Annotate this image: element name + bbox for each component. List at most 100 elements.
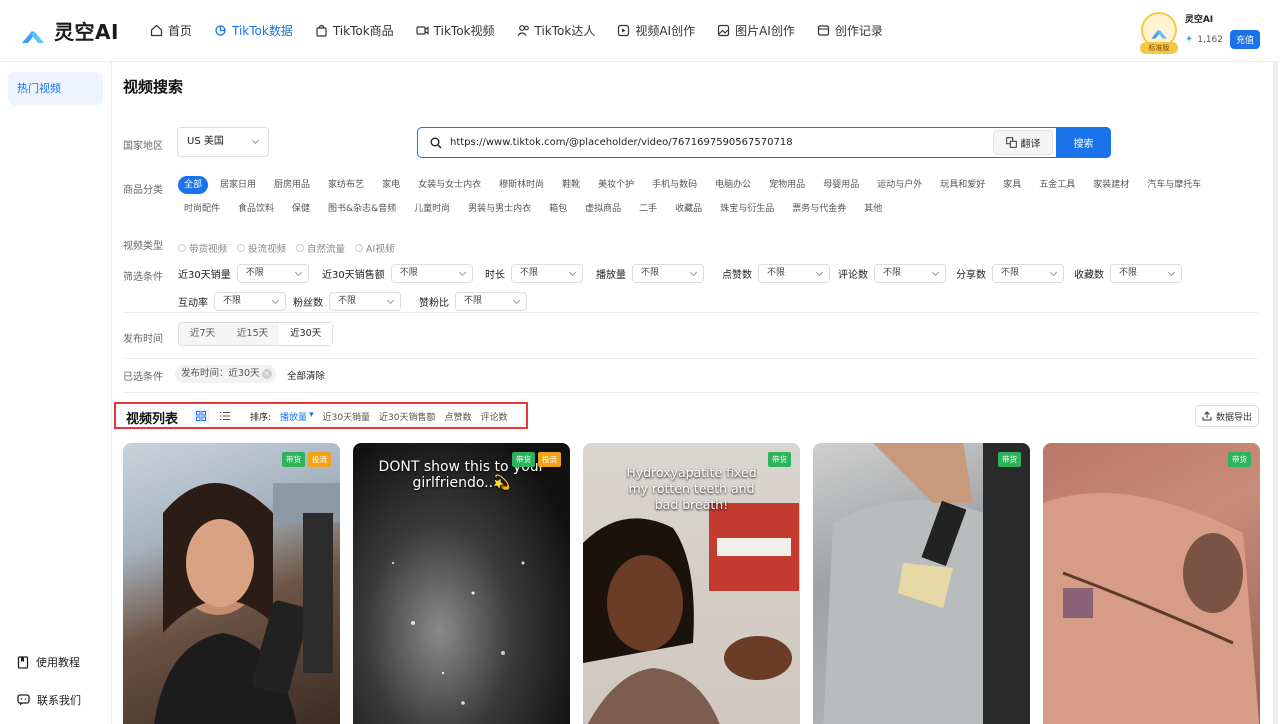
category-tag[interactable]: 收藏品	[669, 200, 708, 218]
category-tag[interactable]: 母婴用品	[817, 176, 865, 194]
category-tag[interactable]: 家电	[376, 176, 406, 194]
book-icon	[17, 655, 29, 669]
selected-chip[interactable]: 发布时间：近30天 ×	[175, 365, 276, 383]
filter-select[interactable]: 不限	[874, 264, 946, 283]
publish-option[interactable]: 近15天	[226, 323, 279, 345]
filter-select[interactable]: 不限	[236, 264, 309, 283]
nav-item-1[interactable]: TikTok数据	[214, 22, 293, 39]
video-card[interactable]: DONT show this to your girlfriendo..💫 带货…	[353, 443, 570, 724]
nav-item-2[interactable]: TikTok商品	[315, 22, 394, 39]
video-type-radio[interactable]: 自然流量	[296, 241, 345, 255]
badge-group: 带货	[765, 452, 791, 467]
radio-circle-icon	[296, 244, 305, 252]
category-tag[interactable]: 箱包	[543, 200, 573, 218]
filter-select[interactable]: 不限	[329, 292, 401, 311]
sort-option[interactable]: 评论数	[481, 410, 508, 423]
category-tag[interactable]: 图书&杂志&音频	[322, 200, 402, 218]
category-tag[interactable]: 虚拟商品	[579, 200, 627, 218]
caret-down-icon: ▾	[309, 410, 314, 420]
category-tag[interactable]: 鞋靴	[556, 176, 586, 194]
nav-item-0[interactable]: 首页	[150, 22, 192, 39]
sort-option[interactable]: 播放量	[280, 410, 307, 423]
category-tag[interactable]: 男装与男士内衣	[462, 200, 537, 218]
category-tag[interactable]: 汽车与摩托车	[1141, 176, 1207, 194]
clear-all-link[interactable]: 全部清除	[287, 368, 325, 382]
filter-label: 时长	[485, 270, 505, 281]
nav-item-7[interactable]: 创作记录	[817, 22, 883, 39]
logo[interactable]: 灵空AI	[20, 16, 119, 45]
sidebar-item-hot-videos[interactable]: 热门视频	[8, 72, 103, 105]
radio-circle-icon	[237, 244, 246, 252]
category-tag[interactable]: 美妆个护	[592, 176, 640, 194]
category-tag[interactable]: 厨房用品	[268, 176, 316, 194]
publish-label: 发布时间	[123, 334, 163, 345]
export-button[interactable]: 数据导出	[1195, 405, 1259, 427]
video-card[interactable]: 带货 投流	[123, 443, 340, 724]
category-tag[interactable]: 穆斯林时尚	[493, 176, 550, 194]
contact-link[interactable]: 联系我们	[17, 692, 81, 708]
filter-select[interactable]: 不限	[992, 264, 1064, 283]
category-tag[interactable]: 五金工具	[1033, 176, 1081, 194]
category-tag[interactable]: 电脑办公	[709, 176, 757, 194]
recharge-button[interactable]: 充值	[1229, 30, 1260, 49]
category-tag[interactable]: 二手	[633, 200, 663, 218]
video-type-radio[interactable]: 投流视频	[237, 241, 286, 255]
translate-button[interactable]: 翻译	[993, 130, 1053, 155]
filter-select[interactable]: 不限	[1110, 264, 1182, 283]
category-tag[interactable]: 其他	[858, 200, 888, 218]
video-card[interactable]: 带货	[1043, 443, 1260, 724]
filter-select[interactable]: 不限	[758, 264, 830, 283]
category-tag[interactable]: 珠宝与衍生品	[714, 200, 780, 218]
video-caption: Hydroxyapatite fixed my rotten teeth and…	[626, 465, 757, 512]
video-card[interactable]: Hydroxyapatite fixed my rotten teeth and…	[583, 443, 800, 724]
category-tag[interactable]: 宠物用品	[763, 176, 811, 194]
filter-select[interactable]: 不限	[455, 292, 527, 311]
sort-option[interactable]: 近30天销售额	[379, 410, 435, 423]
nav-item-3[interactable]: TikTok视频	[416, 22, 495, 39]
video-thumbnail	[154, 483, 340, 724]
list-view-icon[interactable]	[216, 408, 234, 424]
video-card[interactable]: 带货	[813, 443, 1030, 724]
category-tag[interactable]: 食品饮料	[232, 200, 280, 218]
video-type-radio[interactable]: AI视频	[355, 241, 394, 255]
selected-label: 已选条件	[123, 372, 163, 383]
category-tag[interactable]: 玩具和爱好	[934, 176, 991, 194]
category-tag[interactable]: 居家日用	[214, 176, 262, 194]
filter-select[interactable]: 不限	[511, 264, 583, 283]
grid-view-icon[interactable]	[192, 408, 210, 424]
close-icon[interactable]: ×	[261, 369, 272, 379]
filter-select[interactable]: 不限	[214, 292, 286, 311]
filter-select[interactable]: 不限	[632, 264, 704, 283]
publish-option[interactable]: 近30天	[279, 323, 333, 345]
category-tag[interactable]: 家装建材	[1087, 176, 1135, 194]
region-select[interactable]: US 美国	[177, 127, 269, 157]
contact-label: 联系我们	[37, 694, 81, 707]
sort-option[interactable]: 近30天销量	[323, 410, 370, 423]
nav-item-4[interactable]: TikTok达人	[517, 22, 595, 39]
radio-label: 带货视频	[189, 244, 228, 255]
sort-option[interactable]: 点赞数	[445, 410, 472, 423]
search-button[interactable]: 搜索	[1056, 127, 1111, 158]
category-tag[interactable]: 儿童时尚	[408, 200, 456, 218]
category-tag[interactable]: 家具	[997, 176, 1027, 194]
user-panel[interactable]: 标准版 灵空AI ✦ 1,162 充值	[1139, 12, 1260, 54]
diamond-icon: ✦	[1184, 34, 1194, 45]
category-tag[interactable]: 女装与女士内衣	[412, 176, 487, 194]
nav-item-6[interactable]: 图片AI创作	[717, 22, 795, 39]
filter-select[interactable]: 不限	[390, 264, 473, 283]
scrollbar[interactable]	[1273, 62, 1278, 724]
avatar[interactable]: 标准版	[1139, 12, 1178, 54]
category-tag[interactable]: 运动与户外	[871, 176, 928, 194]
category-tag[interactable]: 保健	[286, 200, 316, 218]
category-tag[interactable]: 全部	[178, 176, 209, 194]
category-tag[interactable]: 票务与代金券	[786, 200, 852, 218]
publish-option[interactable]: 近7天	[179, 323, 226, 345]
video-list-toolbar: 视频列表 排序: 播放量 ▾ 近30天销量 近30天销售额 点赞数 评论数	[114, 402, 528, 429]
category-tag[interactable]: 时尚配件	[178, 200, 226, 218]
video-type-radio[interactable]: 带货视频	[178, 241, 227, 255]
video-thumbnail	[823, 443, 1030, 724]
nav-item-5[interactable]: 视频AI创作	[617, 22, 695, 39]
tutorial-link[interactable]: 使用教程	[17, 654, 80, 670]
category-tag[interactable]: 家纺布艺	[322, 176, 370, 194]
category-tag[interactable]: 手机与数码	[646, 176, 703, 194]
